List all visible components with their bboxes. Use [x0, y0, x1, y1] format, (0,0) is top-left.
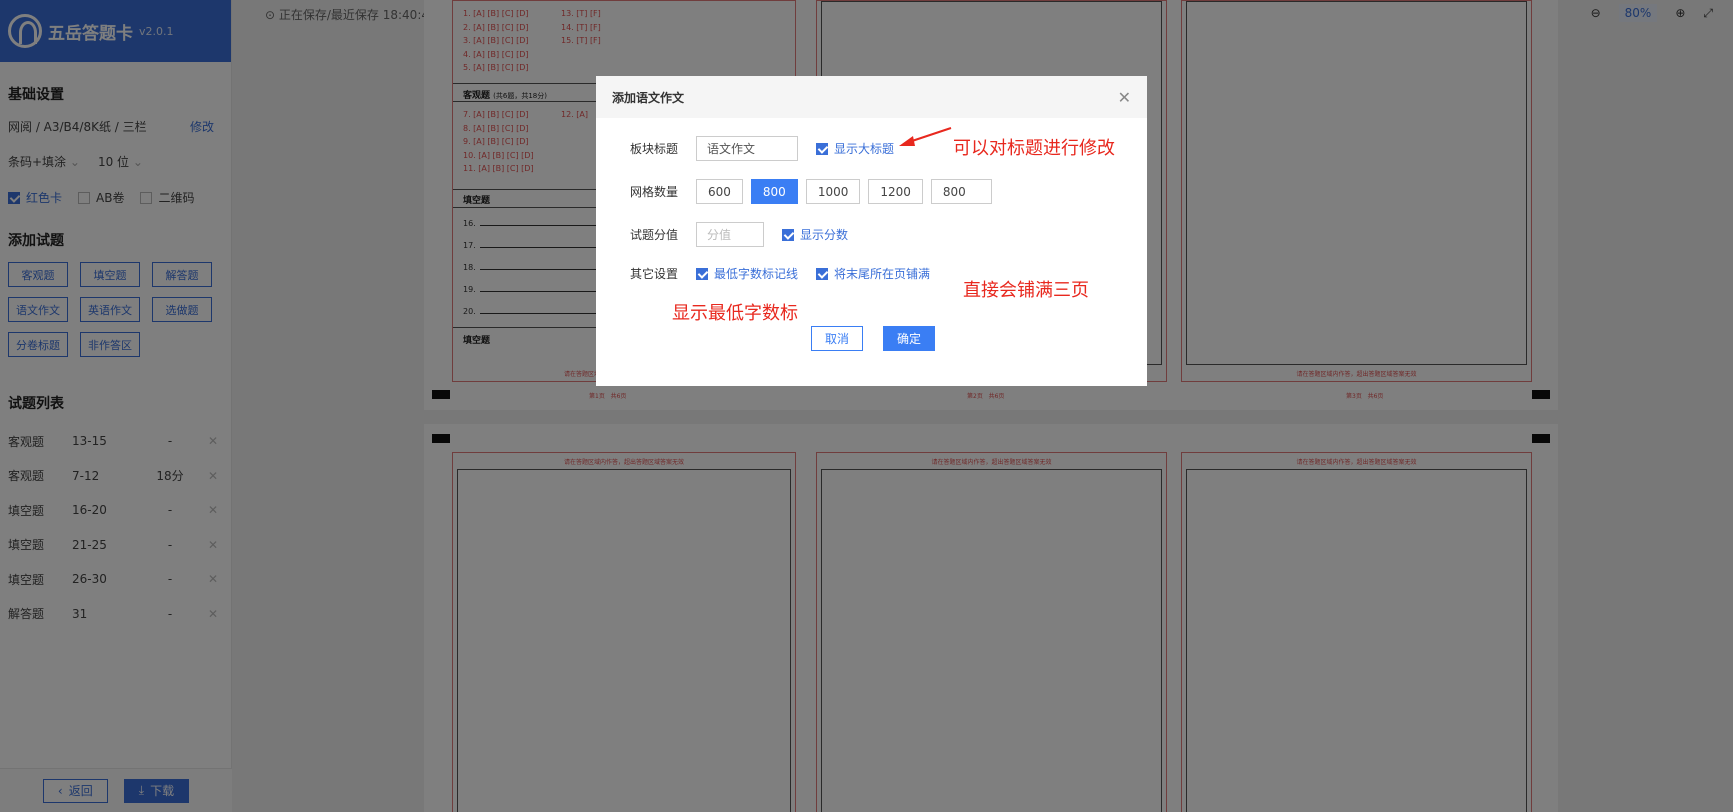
block-title-input[interactable]: 语文作文: [696, 136, 798, 161]
fill-last-page-label: 将末尾所在页铺满: [834, 267, 931, 281]
other-settings-label: 其它设置: [630, 267, 679, 281]
checkbox-checked-icon: [816, 267, 829, 280]
add-essay-dialog: 添加语文作文 ✕ 板块标题 语文作文 显示大标题 网格数量 600 800 10…: [596, 76, 1147, 386]
grid-option-800[interactable]: 800: [750, 179, 798, 204]
confirm-button[interactable]: 确定: [883, 326, 935, 351]
fill-last-page-checkbox[interactable]: 将末尾所在页铺满: [816, 265, 930, 282]
arrow-line: [908, 127, 952, 143]
checkbox-checked-icon: [782, 228, 794, 241]
arrow-head: [899, 136, 915, 146]
grid-count-row: 网格数量 600 800 1000 1200 800: [630, 179, 1000, 204]
score-label: 试题分值: [630, 228, 679, 242]
checkbox-checked-icon: [696, 267, 708, 280]
annotation-fill-pages: 直接会铺满三页: [963, 280, 1089, 301]
grid-count-label: 网格数量: [630, 185, 679, 199]
block-title-label: 板块标题: [630, 142, 679, 156]
show-big-title-label: 显示大标题: [834, 142, 895, 156]
grid-option-600[interactable]: 600: [696, 179, 743, 204]
grid-option-1200[interactable]: 1200: [868, 179, 923, 204]
checkbox-checked-icon: [816, 142, 828, 155]
grid-option-1000[interactable]: 1000: [805, 179, 861, 204]
block-title-row: 板块标题 语文作文 显示大标题: [630, 136, 894, 161]
min-word-line-checkbox[interactable]: 最低字数标记线: [696, 265, 798, 282]
other-settings-row: 其它设置 最低字数标记线 将末尾所在页铺满: [630, 265, 930, 282]
annotation-arrow: [899, 127, 952, 146]
annotation-min-word: 显示最低字数标: [672, 303, 798, 324]
cancel-button[interactable]: 取消: [811, 326, 863, 351]
score-input[interactable]: 分值: [696, 222, 764, 247]
annotation-title-edit: 可以对标题进行修改: [953, 138, 1115, 159]
show-big-title-checkbox[interactable]: 显示大标题: [816, 140, 894, 157]
score-row: 试题分值 分值 显示分数: [630, 222, 848, 247]
dialog-title: 添加语文作文: [612, 90, 685, 105]
dialog-actions: 取消 确定: [811, 326, 935, 351]
min-word-line-label: 最低字数标记线: [714, 267, 799, 281]
close-icon[interactable]: ✕: [1118, 88, 1131, 107]
show-score-label: 显示分数: [800, 228, 849, 242]
dialog-header: 添加语文作文 ✕: [596, 76, 1147, 118]
show-score-checkbox[interactable]: 显示分数: [782, 226, 848, 243]
grid-custom-input[interactable]: 800: [930, 179, 992, 204]
